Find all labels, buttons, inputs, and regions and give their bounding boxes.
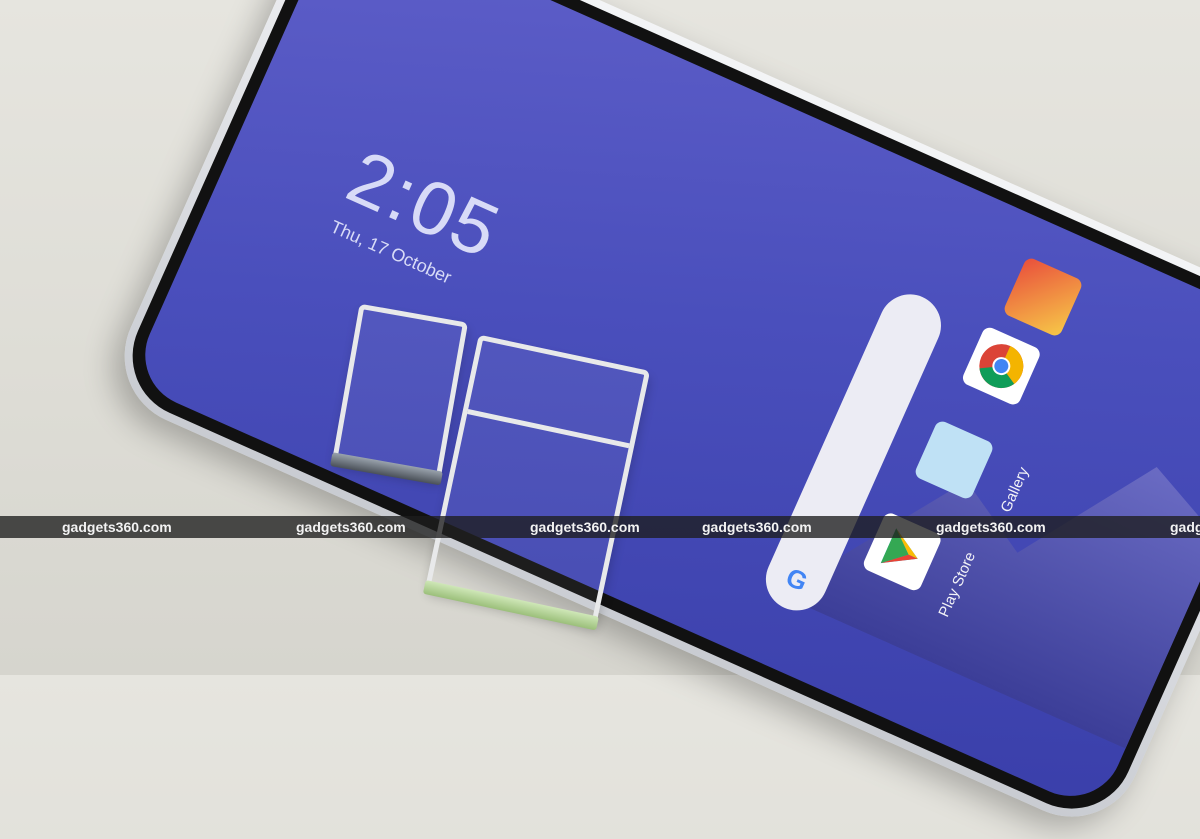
watermark-text: gadg [1170, 519, 1200, 535]
watermark-text: gadgets360.com [530, 519, 640, 535]
google-g-icon: G [781, 561, 813, 598]
chrome-icon[interactable] [960, 325, 1043, 408]
watermark-text: gadgets360.com [62, 519, 172, 535]
watermark-strip: gadgets360.com gadgets360.com gadgets360… [0, 516, 1200, 538]
watermark-text: gadgets360.com [936, 519, 1046, 535]
photo-scene: 2:05 Thu, 17 October G Gallery Play Stor… [0, 0, 1200, 839]
watermark-text: gadgets360.com [296, 519, 406, 535]
phone-screen: 2:05 Thu, 17 October G Gallery Play Stor… [128, 0, 1200, 813]
app-icon-top[interactable] [1002, 256, 1084, 338]
camera-notch [407, 0, 498, 9]
app-label-gallery: Gallery [997, 464, 1033, 515]
gallery-icon[interactable] [913, 419, 995, 501]
sim-tray-grip [422, 579, 599, 631]
sim-tray-divider [467, 409, 630, 449]
smartphone: 2:05 Thu, 17 October G Gallery Play Stor… [102, 0, 1200, 839]
watermark-text: gadgets360.com [702, 519, 812, 535]
